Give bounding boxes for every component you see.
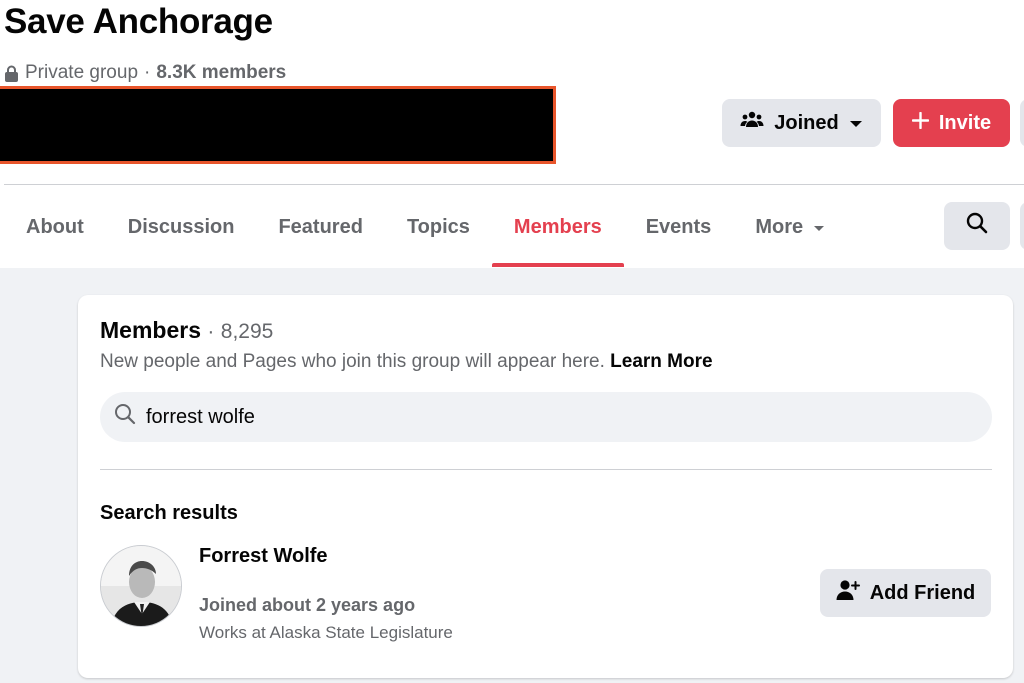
search-icon	[114, 403, 136, 431]
members-card: Members · 8,295 New people and Pages who…	[78, 295, 1013, 678]
add-friend-label: Add Friend	[869, 581, 976, 604]
group-people-icon	[740, 110, 764, 136]
tab-featured[interactable]: Featured	[256, 200, 384, 254]
search-results-heading: Search results	[100, 502, 238, 524]
header-divider	[4, 184, 1024, 185]
group-tabs: About Discussion Featured Topics Members…	[4, 200, 847, 268]
member-work-text: Works at Alaska State Legislature	[199, 623, 453, 642]
member-count-link[interactable]: 8.3K members	[156, 62, 286, 84]
member-joined-text: Joined about 2 years ago	[199, 595, 416, 615]
tab-events[interactable]: Events	[624, 200, 734, 254]
members-count: 8,295	[220, 320, 274, 343]
caret-down-icon	[849, 112, 863, 135]
members-description: New people and Pages who join this group…	[100, 351, 713, 373]
search-icon	[966, 212, 988, 240]
redacted-region	[0, 86, 556, 164]
tab-more[interactable]: More	[733, 200, 847, 254]
card-divider	[100, 469, 992, 470]
caret-down-icon	[813, 216, 825, 239]
group-header: Save Anchorage Private group · 8.3K memb…	[0, 0, 1024, 268]
member-search-field[interactable]: forrest wolfe	[100, 392, 992, 442]
member-avatar[interactable]	[100, 545, 182, 627]
meta-separator: ·	[144, 62, 151, 83]
group-meta: Private group · 8.3K members	[4, 62, 286, 84]
tab-discussion[interactable]: Discussion	[106, 200, 257, 254]
joined-button[interactable]: Joined	[722, 99, 881, 147]
invite-button[interactable]: Invite	[893, 99, 1010, 147]
privacy-label: Private group	[25, 62, 139, 83]
tab-more-label: More	[755, 215, 804, 238]
member-search-input[interactable]: forrest wolfe	[146, 406, 255, 429]
title-separator: ·	[207, 320, 215, 343]
invite-label: Invite	[938, 111, 992, 134]
tab-members[interactable]: Members	[491, 200, 624, 267]
plus-icon	[911, 111, 930, 135]
more-actions-button[interactable]	[1020, 99, 1024, 147]
options-button[interactable]	[1020, 202, 1024, 250]
group-search-button[interactable]	[944, 202, 1010, 250]
lock-icon	[4, 65, 19, 82]
tab-about[interactable]: About	[4, 200, 106, 254]
tab-topics[interactable]: Topics	[385, 200, 492, 254]
member-name-link[interactable]: Forrest Wolfe	[199, 545, 328, 568]
add-friend-icon	[836, 579, 860, 607]
add-friend-button[interactable]: Add Friend	[820, 569, 991, 617]
group-title: Save Anchorage	[4, 2, 273, 41]
learn-more-link[interactable]: Learn More	[610, 351, 712, 372]
members-title: Members · 8,295	[100, 317, 273, 344]
members-title-label: Members	[100, 317, 201, 343]
joined-label: Joined	[774, 111, 839, 134]
description-text: New people and Pages who join this group…	[100, 351, 605, 372]
